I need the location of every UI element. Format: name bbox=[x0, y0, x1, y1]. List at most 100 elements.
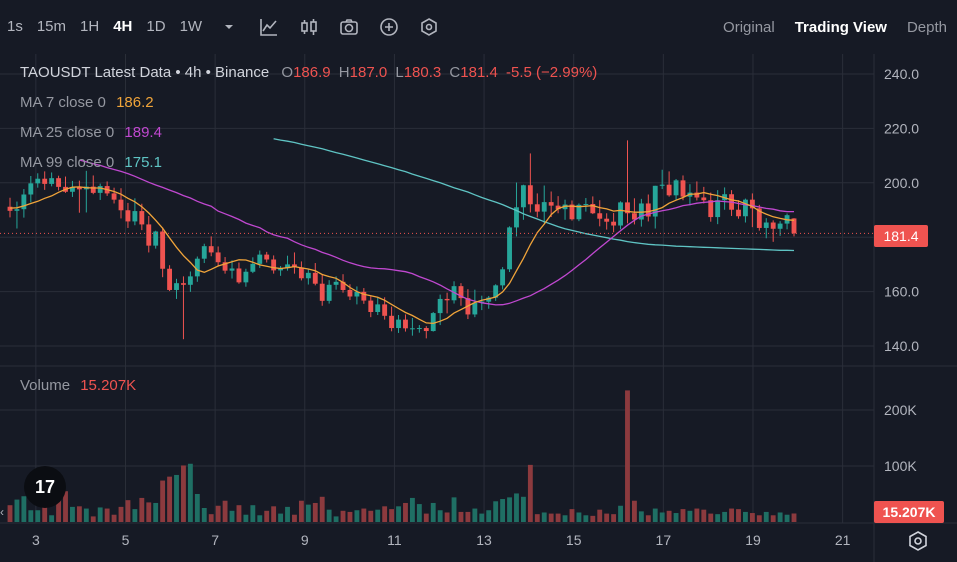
candle-body bbox=[708, 200, 714, 218]
candle-body bbox=[236, 268, 242, 283]
chart-settings-icon[interactable] bbox=[906, 529, 930, 553]
candle-body bbox=[618, 202, 623, 226]
volume-bar bbox=[278, 513, 284, 522]
volume-bar bbox=[7, 505, 13, 522]
view-depth[interactable]: Depth bbox=[897, 19, 957, 36]
candle-body bbox=[49, 178, 55, 184]
volume-bar bbox=[430, 502, 436, 522]
volume-bar bbox=[680, 509, 686, 522]
volume-value: 15.207K bbox=[80, 377, 137, 394]
candle-body bbox=[444, 298, 450, 301]
volume-bar bbox=[174, 474, 179, 522]
volume-bar bbox=[590, 515, 596, 522]
candle-type-icon[interactable] bbox=[297, 15, 321, 39]
candle-body bbox=[160, 231, 166, 269]
candle-body bbox=[673, 180, 679, 196]
screenshot-icon[interactable] bbox=[337, 15, 361, 39]
last-volume-tag: 15.207K bbox=[874, 501, 944, 523]
volume-bar bbox=[569, 509, 575, 522]
candle-body bbox=[666, 184, 672, 196]
volume-bar bbox=[763, 511, 769, 522]
ma99-value: 175.1 bbox=[124, 154, 162, 171]
candle-body bbox=[416, 328, 422, 330]
volume-bar bbox=[784, 514, 790, 522]
timeframe-1w[interactable]: 1W bbox=[173, 12, 210, 42]
collapse-arrow-icon[interactable]: ‹ bbox=[0, 505, 8, 525]
volume-bar bbox=[534, 514, 540, 522]
time-tick-label: 13 bbox=[476, 532, 492, 548]
timeframe-1s[interactable]: 1s bbox=[0, 12, 30, 42]
volume-bar bbox=[76, 506, 82, 522]
volume-bar bbox=[90, 516, 96, 522]
candle-body bbox=[541, 202, 547, 212]
volume-bar bbox=[215, 505, 221, 522]
legend-close-label: C bbox=[449, 64, 461, 81]
time-tick-label: 9 bbox=[301, 532, 309, 548]
candle-body bbox=[146, 224, 152, 246]
candle-body bbox=[736, 209, 741, 217]
volume-bar bbox=[257, 515, 263, 522]
legend-ma7: MA 7 close 0 186.2 bbox=[20, 94, 154, 111]
view-trading-view[interactable]: Trading View bbox=[785, 19, 897, 36]
volume-tick-label: 100K bbox=[884, 458, 917, 474]
legend-low-label: L bbox=[395, 64, 404, 81]
view-original[interactable]: Original bbox=[713, 19, 785, 36]
volume-bar bbox=[520, 496, 526, 522]
dropdown-icon[interactable] bbox=[217, 15, 241, 39]
ma25-label: MA 25 close 0 bbox=[20, 124, 115, 141]
time-tick-label: 19 bbox=[745, 532, 761, 548]
tradingview-logo[interactable]: 17 bbox=[24, 466, 66, 508]
volume-tick-label: 200K bbox=[884, 402, 917, 418]
candle-body bbox=[319, 283, 325, 301]
volume-bar bbox=[729, 508, 734, 522]
candle-body bbox=[28, 183, 34, 195]
volume-bar bbox=[736, 509, 741, 522]
candle-body bbox=[375, 304, 381, 312]
volume-bar bbox=[409, 497, 415, 522]
timeframe-4h[interactable]: 4H bbox=[106, 12, 139, 42]
volume-bar bbox=[132, 509, 138, 522]
volume-bar bbox=[666, 510, 672, 522]
candle-body bbox=[174, 283, 179, 290]
volume-bar bbox=[208, 514, 214, 522]
ma7-value: 186.2 bbox=[116, 94, 154, 111]
legend-close: 181.4 bbox=[460, 64, 498, 81]
settings-hex-icon[interactable] bbox=[417, 15, 441, 39]
volume-bar bbox=[340, 510, 346, 522]
volume-bar bbox=[285, 506, 290, 522]
candle-body bbox=[403, 319, 408, 329]
volume-bar bbox=[631, 500, 637, 522]
candle-body bbox=[777, 223, 783, 229]
candle-body bbox=[409, 328, 415, 330]
add-icon[interactable] bbox=[377, 15, 401, 39]
candle-body bbox=[250, 263, 256, 272]
indicators-icon[interactable] bbox=[257, 15, 281, 39]
volume-bar bbox=[250, 505, 256, 522]
volume-bar bbox=[361, 508, 367, 522]
volume-bar bbox=[722, 511, 728, 522]
legend-ohlc: TAOUSDT Latest Data • 4h • Binance O186.… bbox=[20, 64, 597, 81]
volume-bar bbox=[416, 504, 422, 522]
volume-bar bbox=[14, 499, 20, 522]
volume-bar bbox=[479, 513, 485, 522]
ma25-value: 189.4 bbox=[124, 124, 162, 141]
volume-bar bbox=[312, 502, 318, 522]
timeframe-1d[interactable]: 1D bbox=[139, 12, 172, 42]
time-tick-label: 21 bbox=[835, 532, 851, 548]
time-tick-label: 11 bbox=[387, 532, 402, 548]
volume-bar bbox=[319, 496, 325, 522]
legend-volume: Volume 15.207K bbox=[20, 377, 136, 394]
volume-bar bbox=[354, 510, 360, 522]
volume-bar bbox=[347, 511, 353, 522]
volume-bar bbox=[160, 480, 166, 522]
volume-bar bbox=[35, 510, 41, 522]
timeframe-1h[interactable]: 1H bbox=[73, 12, 106, 42]
volume-bar bbox=[382, 506, 388, 522]
candle-body bbox=[437, 298, 443, 314]
volume-bar bbox=[146, 502, 152, 522]
timeframe-15m[interactable]: 15m bbox=[30, 12, 73, 42]
volume-bar bbox=[756, 515, 762, 522]
candle-body bbox=[187, 276, 193, 285]
candle-body bbox=[243, 271, 249, 283]
candle-body bbox=[430, 313, 436, 332]
